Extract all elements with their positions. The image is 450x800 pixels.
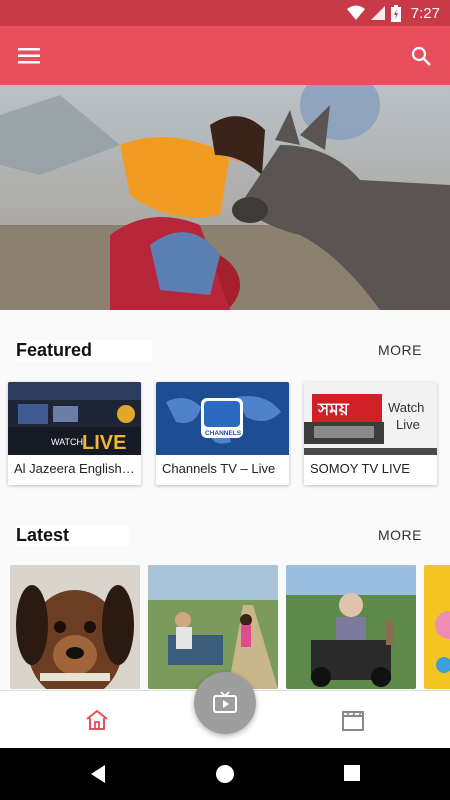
- signal-icon: [370, 6, 385, 20]
- clapperboard-icon[interactable]: [340, 707, 366, 733]
- latest-video-thumbnail[interactable]: [10, 565, 140, 689]
- back-icon[interactable]: [89, 764, 107, 789]
- card-title: Al Jazeera English…: [14, 461, 135, 476]
- app-bar: [0, 26, 450, 85]
- latest-section-header: Latest MORE: [0, 520, 450, 550]
- svg-text:CHANNELS: CHANNELS: [205, 430, 242, 437]
- latest-video-thumbnail[interactable]: [286, 565, 416, 689]
- latest-list: [10, 565, 450, 689]
- al-jazeera-thumbnail: WATCH LIVE: [8, 382, 141, 455]
- svg-text:Watch: Watch: [388, 400, 424, 415]
- featured-card-channels-tv[interactable]: CHANNELS Channels TV – Live: [156, 382, 289, 485]
- svg-text:LIVE: LIVE: [82, 432, 126, 454]
- hamburger-menu-icon[interactable]: [16, 43, 42, 69]
- featured-card-al-jazeera[interactable]: WATCH LIVE Al Jazeera English…: [8, 382, 141, 485]
- card-title: Channels TV – Live: [162, 461, 276, 476]
- latest-more-button[interactable]: MORE: [378, 527, 434, 543]
- latest-video-thumbnail[interactable]: [148, 565, 278, 689]
- recents-icon[interactable]: [343, 764, 361, 787]
- featured-card-somoy-tv[interactable]: সময় Watch Live SOMOY TV LIVE: [304, 382, 437, 485]
- featured-section-header: Featured MORE: [0, 335, 450, 365]
- latest-video-thumbnail[interactable]: [424, 565, 450, 689]
- battery-charging-icon: [390, 4, 401, 22]
- status-time: 7:27: [410, 4, 440, 22]
- home-circle-icon[interactable]: [215, 764, 235, 789]
- system-navigation-bar: [0, 748, 450, 800]
- svg-text:Live: Live: [396, 417, 420, 432]
- featured-more-button[interactable]: MORE: [378, 342, 434, 358]
- somoy-tv-thumbnail: সময় Watch Live: [304, 382, 437, 455]
- latest-title: Latest: [16, 524, 130, 546]
- status-bar: 7:27: [0, 0, 450, 26]
- home-icon[interactable]: [84, 707, 110, 733]
- tv-icon: [213, 691, 237, 713]
- hero-banner-image[interactable]: [0, 85, 450, 310]
- wifi-icon: [346, 5, 365, 20]
- svg-text:সময়: সময়: [317, 400, 350, 420]
- search-icon[interactable]: [408, 43, 434, 69]
- channels-tv-thumbnail: CHANNELS: [156, 382, 289, 455]
- svg-text:WATCH: WATCH: [51, 437, 83, 447]
- featured-title: Featured: [16, 339, 153, 361]
- live-tv-button[interactable]: [194, 672, 256, 734]
- card-title: SOMOY TV LIVE: [310, 461, 410, 476]
- featured-list: WATCH LIVE Al Jazeera English… CHANNELS …: [8, 382, 437, 485]
